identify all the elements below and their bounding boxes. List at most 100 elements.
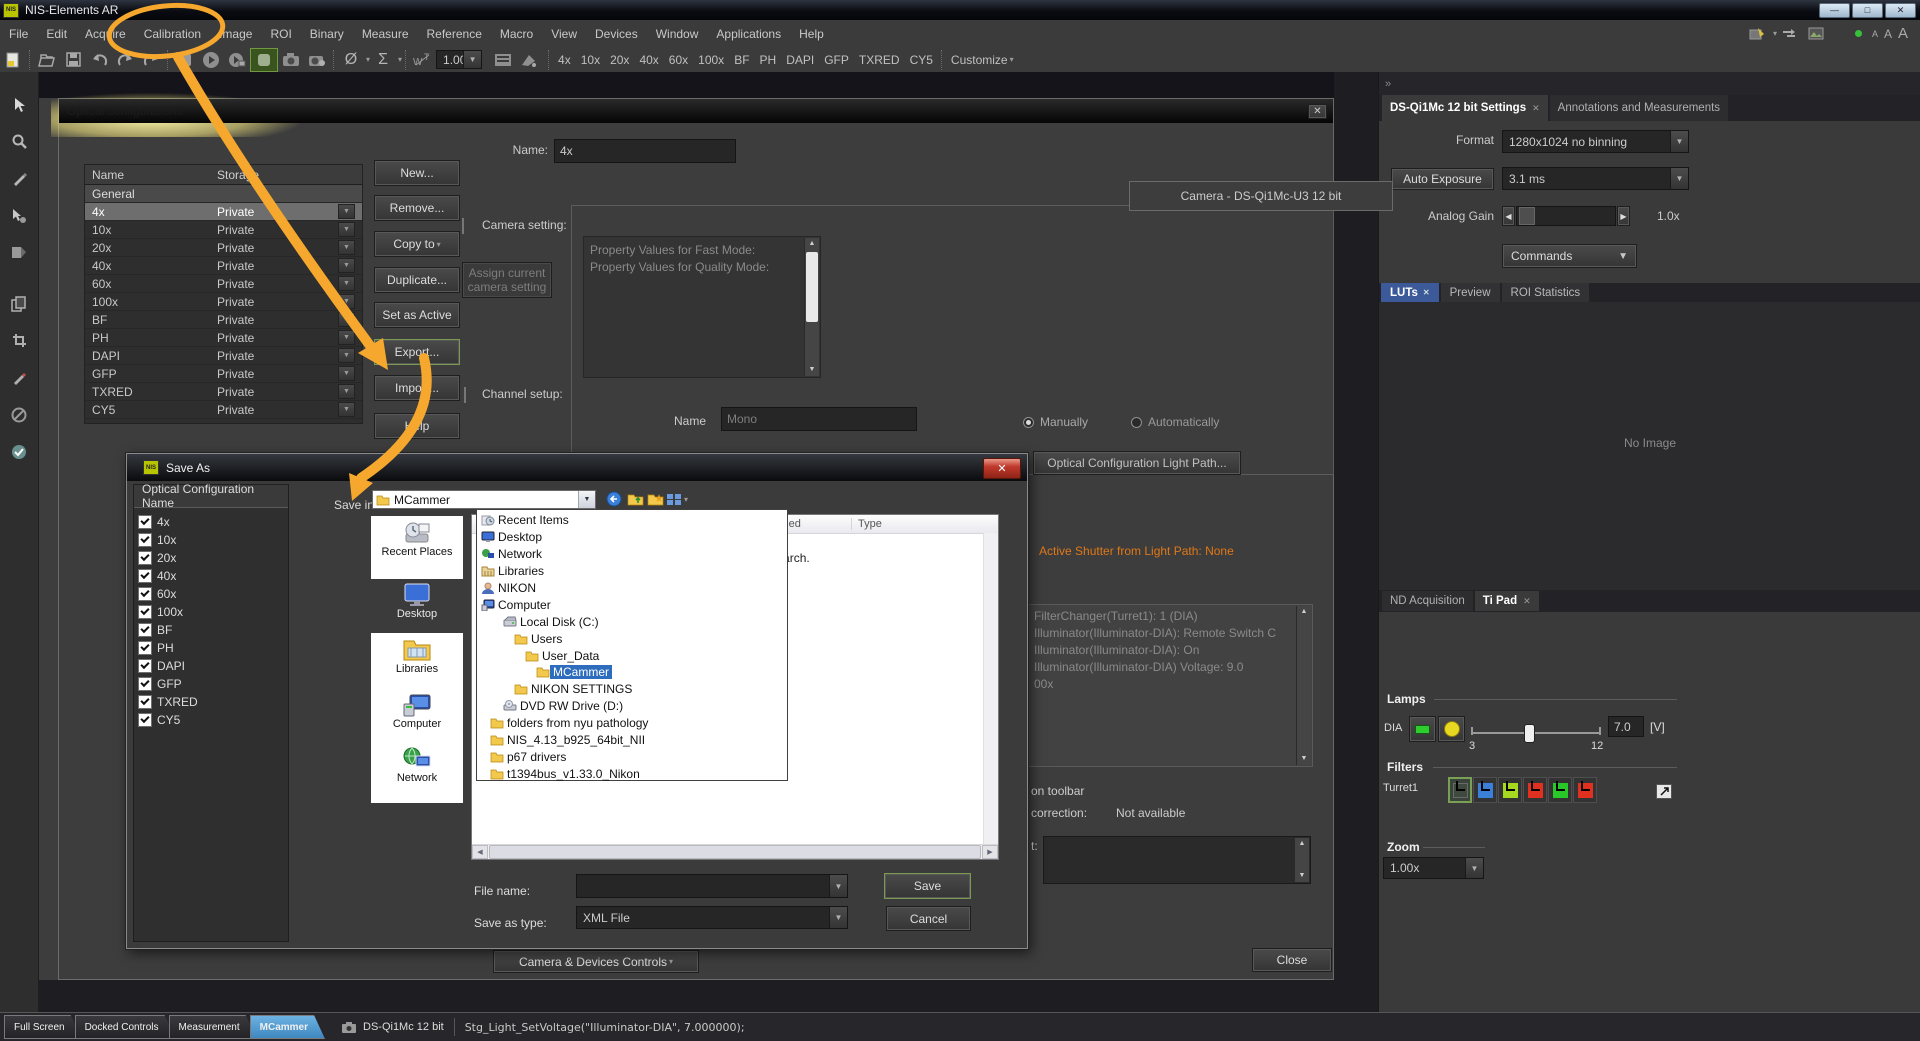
- dialog-close-button[interactable]: Close: [1252, 948, 1332, 972]
- tree-item-desktop[interactable]: Desktop: [477, 529, 787, 546]
- camera-devices-controls-button[interactable]: Camera & Devices Controls▾: [493, 950, 699, 973]
- automatically-radio[interactable]: [1131, 417, 1142, 428]
- camera-capture-icon[interactable]: [278, 49, 304, 71]
- row-dropdown-icon[interactable]: ▼: [338, 240, 355, 255]
- comment-textarea[interactable]: ▲▼: [1043, 836, 1311, 884]
- sum-icon[interactable]: Σ: [370, 49, 396, 71]
- shortcut-60x[interactable]: 60x: [664, 49, 693, 71]
- shortcut-bf[interactable]: BF: [729, 49, 754, 71]
- tab-preview[interactable]: Preview: [1441, 283, 1500, 302]
- layers-brush-icon[interactable]: [1745, 23, 1771, 45]
- camera-setting-checkbox[interactable]: [462, 218, 464, 234]
- file-list-vscrollbar[interactable]: [983, 533, 998, 845]
- cancel-button[interactable]: Cancel: [886, 906, 971, 931]
- duplicate-button[interactable]: Duplicate...: [374, 267, 460, 293]
- copy-to-button[interactable]: Copy to▾: [374, 231, 460, 257]
- config-row-gfp[interactable]: GFPPrivate▼: [85, 365, 362, 383]
- tree-item-users[interactable]: Users: [477, 630, 787, 647]
- menu-edit[interactable]: Edit: [37, 20, 76, 47]
- dock-chevron-icon[interactable]: »: [1379, 72, 1920, 95]
- tab-close-icon[interactable]: ✕: [1532, 103, 1540, 114]
- sum-dropdown-icon[interactable]: ▾: [398, 55, 402, 64]
- tree-item-recent-items[interactable]: Recent Items: [477, 512, 787, 529]
- minimize-button[interactable]: —: [1819, 3, 1850, 18]
- tab-camera-settings[interactable]: DS-Qi1Mc 12 bit Settings✕: [1382, 95, 1548, 121]
- shortcut-cy5[interactable]: CY5: [905, 49, 938, 71]
- config-row-dapi[interactable]: DAPIPrivate▼: [85, 347, 362, 365]
- tree-item-network[interactable]: Network: [477, 546, 787, 563]
- layout-tab-full-screen[interactable]: Full Screen: [4, 1015, 82, 1039]
- up-one-level-icon[interactable]: [625, 488, 645, 510]
- row-dropdown-icon[interactable]: ▼: [338, 294, 355, 309]
- tree-item-user-data[interactable]: User_Data: [477, 647, 787, 664]
- check-item-4x[interactable]: 4x: [138, 513, 288, 531]
- voltage-slider-track[interactable]: [1471, 732, 1601, 734]
- row-dropdown-icon[interactable]: ▼: [338, 312, 355, 327]
- tree-item-nikon-user[interactable]: NIKON: [477, 580, 787, 597]
- row-dropdown-icon[interactable]: ▼: [338, 258, 355, 273]
- font-size-small-icon[interactable]: A: [1872, 29, 1878, 39]
- menu-view[interactable]: View: [542, 20, 586, 47]
- tree-item-local-disk-c[interactable]: Local Disk (C:): [477, 613, 787, 630]
- name-input[interactable]: 4x: [554, 139, 736, 163]
- tab-close-icon[interactable]: ✕: [1523, 596, 1531, 607]
- check-item-bf[interactable]: BF: [138, 621, 288, 639]
- open-file-icon[interactable]: [34, 49, 60, 71]
- freeze-icon[interactable]: [250, 48, 278, 72]
- filter-position-2-button[interactable]: [1473, 777, 1497, 803]
- image-window-icon[interactable]: [1803, 23, 1829, 45]
- pointer-options-icon[interactable]: [0, 197, 38, 234]
- row-dropdown-icon[interactable]: ▼: [338, 366, 355, 381]
- tree-item-dvd-drive[interactable]: DVD RW Drive (D:): [477, 698, 787, 715]
- commands-dropdown[interactable]: Commands▼: [1502, 244, 1637, 268]
- font-size-medium-icon[interactable]: A: [1884, 27, 1892, 41]
- customize-button[interactable]: Customize▾: [946, 49, 1019, 71]
- row-dropdown-icon[interactable]: ▼: [338, 348, 355, 363]
- redo-all-icon[interactable]: [138, 49, 164, 71]
- check-item-gfp[interactable]: GFP: [138, 675, 288, 693]
- save-as-type-combobox[interactable]: XML File▼: [576, 906, 848, 929]
- exposure-select[interactable]: 3.1 ms▼: [1502, 167, 1689, 190]
- tree-item-p67-drivers[interactable]: p67 drivers: [477, 748, 787, 765]
- camera-settings-icon[interactable]: [304, 49, 330, 71]
- place-computer[interactable]: Computer: [371, 692, 463, 730]
- auto-exposure-button[interactable]: Auto Exposure: [1391, 168, 1494, 190]
- shortcut-txred[interactable]: TXRED: [854, 49, 905, 71]
- remove-button[interactable]: Remove...: [374, 195, 460, 221]
- device-list-scrollbar[interactable]: ▲▼: [1296, 606, 1311, 765]
- config-row-cy5[interactable]: CY5Private▼: [85, 401, 362, 419]
- menu-macro[interactable]: Macro: [491, 20, 542, 47]
- check-item-ph[interactable]: PH: [138, 639, 288, 657]
- light-path-button[interactable]: Optical Configuration Light Path...: [1033, 451, 1241, 475]
- import-button[interactable]: Import...: [374, 375, 460, 401]
- config-row-60x[interactable]: 60xPrivate▼: [85, 275, 362, 293]
- check-item-dapi[interactable]: DAPI: [138, 657, 288, 675]
- tree-item-folders-nyu[interactable]: folders from nyu pathology: [477, 715, 787, 732]
- menu-image[interactable]: Image: [210, 20, 261, 47]
- tree-item-t1394bus[interactable]: t1394bus_v1.33.0_Nikon: [477, 765, 787, 782]
- stop-icon[interactable]: [172, 49, 198, 71]
- menu-window[interactable]: Window: [647, 20, 708, 47]
- new-button[interactable]: New...: [374, 160, 460, 186]
- filter-position-4-button[interactable]: [1523, 777, 1547, 803]
- config-row-20x[interactable]: 20xPrivate▼: [85, 239, 362, 257]
- pointer-tool-icon[interactable]: [0, 86, 38, 123]
- tree-item-nikon-settings[interactable]: NIKON SETTINGS: [477, 681, 787, 698]
- play-icon[interactable]: [198, 49, 224, 71]
- file-list-hscrollbar[interactable]: ◀▶: [472, 844, 998, 859]
- property-values-box[interactable]: Property Values for Fast Mode: Property …: [583, 236, 821, 378]
- menu-binary[interactable]: Binary: [301, 20, 353, 47]
- filter-position-5-button[interactable]: [1548, 777, 1572, 803]
- manually-radio[interactable]: [1023, 417, 1034, 428]
- maximize-button[interactable]: □: [1852, 3, 1883, 18]
- gain-slider[interactable]: [1516, 206, 1616, 226]
- voltage-slider-thumb[interactable]: [1524, 724, 1535, 743]
- play-capture-icon[interactable]: [224, 49, 250, 71]
- tab-ti-pad[interactable]: Ti Pad✕: [1475, 591, 1539, 611]
- lamp-power-button[interactable]: [1409, 716, 1436, 742]
- export-button[interactable]: Export...: [374, 339, 460, 365]
- comment-scrollbar[interactable]: ▲▼: [1294, 838, 1309, 882]
- set-as-active-button[interactable]: Set as Active: [374, 302, 460, 328]
- property-scrollbar[interactable]: ▲▼: [804, 238, 819, 376]
- shortcut-gfp[interactable]: GFP: [819, 49, 854, 71]
